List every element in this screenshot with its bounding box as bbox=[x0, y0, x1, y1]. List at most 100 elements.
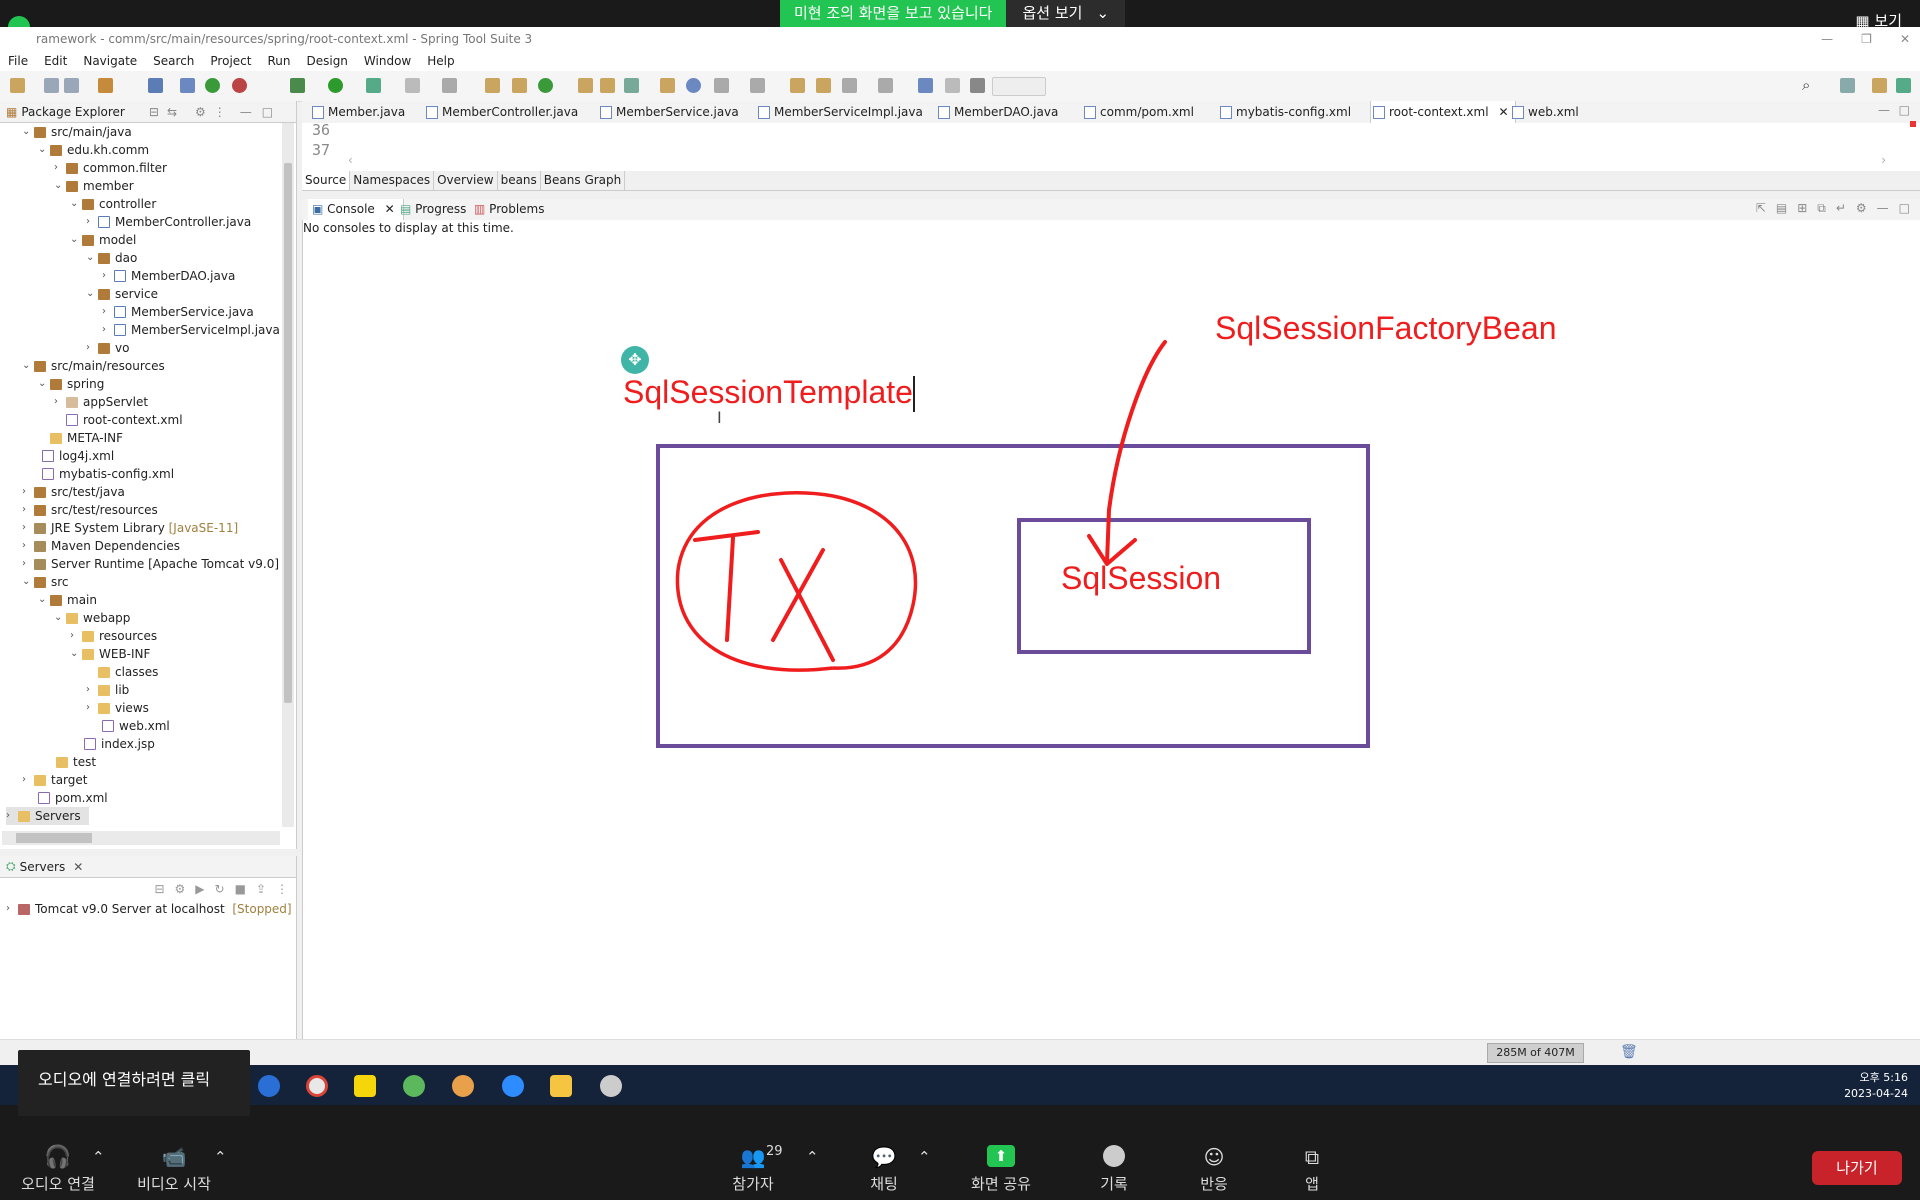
external-tools-icon[interactable] bbox=[366, 78, 381, 93]
tree-item[interactable]: mybatis-config.xml bbox=[42, 465, 174, 483]
scroll-left-icon[interactable]: ‹ bbox=[348, 153, 353, 167]
start-video-button[interactable]: 📹 비디오 시작 bbox=[132, 1145, 216, 1194]
tree-item[interactable]: › resources bbox=[70, 627, 157, 645]
publish-icon[interactable]: ⇪ bbox=[256, 882, 266, 896]
tree-item[interactable]: › vo bbox=[86, 339, 129, 357]
next-annotation-icon[interactable] bbox=[714, 78, 729, 93]
display-console-icon[interactable]: ▤ bbox=[1776, 201, 1787, 216]
link-editor-icon[interactable]: ⇆ bbox=[167, 105, 177, 119]
disconnect-icon[interactable] bbox=[442, 78, 457, 93]
editor-tab[interactable]: MemberController.java bbox=[424, 101, 578, 123]
close-icon[interactable]: ✕ bbox=[1499, 101, 1509, 123]
tree-item-selected[interactable]: › Servers bbox=[6, 807, 89, 825]
open-console-icon[interactable]: ⊞ bbox=[1797, 201, 1807, 216]
new-package-icon[interactable] bbox=[512, 78, 527, 93]
view-options-button[interactable]: 옵션 보기 ⌄ bbox=[1006, 0, 1126, 27]
tree-item[interactable]: › MemberServiceImpl.java bbox=[102, 321, 280, 339]
maximize-icon[interactable]: ❐ bbox=[1861, 27, 1872, 51]
pin-console-icon[interactable]: ⇱ bbox=[1756, 201, 1766, 216]
app-icon[interactable] bbox=[258, 1075, 280, 1097]
source-tab[interactable]: Source bbox=[302, 171, 351, 190]
close-icon[interactable]: ✕ bbox=[73, 860, 83, 874]
tree-item[interactable]: index.jsp bbox=[84, 735, 155, 753]
package-explorer-tab[interactable]: Package Explorer bbox=[21, 105, 125, 119]
debug-perspective-icon[interactable] bbox=[1896, 78, 1911, 93]
search-icon[interactable]: ⌕ bbox=[1802, 78, 1817, 93]
tree-item[interactable]: › target bbox=[22, 771, 88, 789]
menu-window[interactable]: Window bbox=[356, 51, 419, 71]
menu-run[interactable]: Run bbox=[259, 51, 298, 71]
filter-icon[interactable]: ⚙ bbox=[195, 105, 206, 119]
boot-dashboard-icon[interactable] bbox=[232, 78, 247, 93]
tree-item[interactable]: ⌄ model bbox=[70, 231, 136, 249]
menu-project[interactable]: Project bbox=[202, 51, 259, 71]
tree-item[interactable]: › common.filter bbox=[54, 159, 167, 177]
new-class-icon[interactable] bbox=[538, 78, 553, 93]
eclipse-icon[interactable] bbox=[600, 1075, 622, 1097]
tree-item[interactable]: › JRE System Library [JavaSE-11] bbox=[22, 519, 238, 537]
chat-button[interactable]: 💬 채팅 bbox=[862, 1145, 906, 1194]
record-button[interactable]: 기록 bbox=[1092, 1145, 1136, 1194]
video-options-chevron[interactable]: ⌃ bbox=[214, 1148, 227, 1166]
tree-item[interactable]: ⌄ controller bbox=[70, 195, 156, 213]
tree-item[interactable]: ⌄ src/main/resources bbox=[22, 357, 165, 375]
debug-icon[interactable] bbox=[290, 78, 305, 93]
leave-button[interactable]: 나가기 bbox=[1812, 1151, 1902, 1185]
sticky-notes-icon[interactable] bbox=[550, 1075, 572, 1097]
word-wrap-icon[interactable]: ↵ bbox=[1836, 201, 1846, 216]
tree-item[interactable]: ⌄ service bbox=[86, 285, 158, 303]
tree-item[interactable]: web.xml bbox=[102, 717, 170, 735]
editor-tab[interactable]: MemberDAO.java bbox=[936, 101, 1058, 123]
pin-editor-icon[interactable] bbox=[918, 78, 933, 93]
tree-item[interactable]: log4j.xml bbox=[42, 447, 114, 465]
minimize-icon[interactable]: — bbox=[1821, 27, 1833, 51]
scrollbar-thumb[interactable] bbox=[16, 833, 92, 843]
kakaotalk-icon[interactable] bbox=[354, 1075, 376, 1097]
chrome-icon[interactable] bbox=[306, 1075, 328, 1097]
tree-item[interactable]: › lib bbox=[86, 681, 129, 699]
tree-item[interactable]: › MemberController.java bbox=[86, 213, 251, 231]
editor-tab[interactable]: Member.java bbox=[310, 101, 405, 123]
view-menu-icon[interactable]: ⋮ bbox=[214, 105, 226, 119]
tree-item[interactable]: ⌄ edu.kh.comm bbox=[38, 141, 149, 159]
editor-area[interactable]: 36 37 ‹ › bbox=[302, 121, 1920, 172]
reactions-button[interactable]: ☺ 반응 bbox=[1192, 1145, 1236, 1194]
tree-item[interactable]: ⌄ WEB-INF bbox=[70, 645, 150, 663]
close-icon[interactable]: ✕ bbox=[385, 202, 395, 216]
minimize-view-icon[interactable]: — bbox=[240, 105, 252, 119]
tree-item[interactable]: › MemberDAO.java bbox=[102, 267, 235, 285]
collapse-all-icon[interactable]: ⊟ bbox=[149, 105, 159, 119]
minimize-view-icon[interactable]: — bbox=[1878, 103, 1890, 117]
messenger-icon[interactable] bbox=[452, 1075, 474, 1097]
scroll-right-icon[interactable]: › bbox=[1881, 153, 1886, 167]
tree-item[interactable]: root-context.xml bbox=[54, 411, 183, 429]
open-type-icon[interactable] bbox=[98, 78, 113, 93]
editor-tab[interactable]: MemberService.java bbox=[598, 101, 739, 123]
tree-item[interactable]: ⌄ main bbox=[38, 591, 97, 609]
open-perspective-icon[interactable] bbox=[1840, 78, 1855, 93]
console-icon[interactable] bbox=[148, 78, 163, 93]
horizontal-scrollbar[interactable] bbox=[2, 831, 280, 845]
error-marker[interactable] bbox=[1910, 121, 1916, 127]
zoom-combo[interactable] bbox=[992, 77, 1046, 96]
tree-item[interactable]: ⌄ src/main/java bbox=[22, 123, 132, 141]
previous-annotation-icon[interactable] bbox=[750, 78, 765, 93]
scrollbar-thumb[interactable] bbox=[284, 163, 292, 703]
debug-server-icon[interactable]: ⚙ bbox=[175, 882, 186, 896]
globe-icon[interactable] bbox=[686, 78, 701, 93]
run-icon[interactable] bbox=[328, 78, 343, 93]
editor-tab[interactable]: web.xml bbox=[1510, 101, 1579, 123]
save-icon[interactable] bbox=[44, 78, 59, 93]
tree-item[interactable]: classes bbox=[98, 663, 158, 681]
tree-item[interactable]: ⌄ spring bbox=[38, 375, 104, 393]
spring-boot-icon[interactable] bbox=[205, 78, 220, 93]
tree-item[interactable]: ⌄ dao bbox=[86, 249, 137, 267]
editor-tab[interactable]: comm/pom.xml bbox=[1082, 101, 1194, 123]
share-screen-button[interactable]: ⬆ 화면 공유 bbox=[964, 1145, 1038, 1194]
menu-search[interactable]: Search bbox=[145, 51, 202, 71]
forward-icon[interactable] bbox=[878, 78, 893, 93]
search-tool-icon[interactable] bbox=[624, 78, 639, 93]
save-all-icon[interactable] bbox=[64, 78, 79, 93]
editor-tab-active[interactable]: root-context.xml ✕ bbox=[1370, 101, 1516, 123]
tree-item[interactable]: › src/test/java bbox=[22, 483, 125, 501]
